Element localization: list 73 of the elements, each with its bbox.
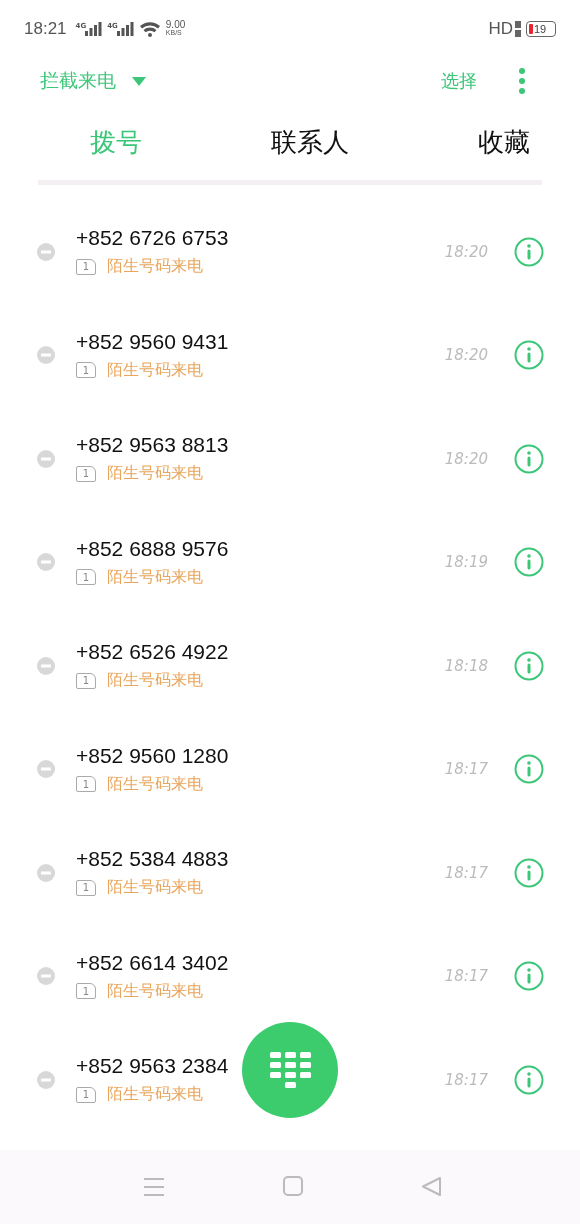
call-label: 陌生号码来电 <box>107 773 203 795</box>
sim-badge: 1 <box>76 983 96 1000</box>
info-button[interactable] <box>514 340 544 371</box>
blocked-icon <box>37 553 55 572</box>
sim-badge: 1 <box>76 258 96 275</box>
phone-number: +852 6614 3402 <box>76 950 229 975</box>
phone-number: +852 9563 8813 <box>76 433 229 458</box>
call-time: 18:18 <box>444 656 488 675</box>
sim-badge: 1 <box>76 569 96 586</box>
sim-badge: 1 <box>76 362 96 379</box>
phone-number: +852 6888 9576 <box>76 536 229 561</box>
filter-dropdown[interactable]: 拦截来电 <box>40 68 146 94</box>
call-label: 陌生号码来电 <box>107 256 203 278</box>
select-button[interactable]: 选择 <box>441 69 477 93</box>
info-button[interactable] <box>514 961 544 992</box>
phone-number: +852 9560 9431 <box>76 329 229 354</box>
blocked-icon <box>37 242 55 261</box>
info-button[interactable] <box>514 443 544 474</box>
more-menu-button[interactable] <box>519 68 525 94</box>
tab[interactable]: 拨号 <box>90 124 142 160</box>
sim-badge: 1 <box>76 465 96 482</box>
phone-number: +852 5384 4883 <box>76 847 229 872</box>
caret-icon <box>132 76 146 86</box>
status-time: 18:21 <box>24 19 67 39</box>
call-label: 陌生号码来电 <box>107 877 203 899</box>
call-label: 陌生号码来电 <box>107 463 203 485</box>
call-time: 18:17 <box>444 863 488 882</box>
phone-number: +852 6726 6753 <box>76 226 229 251</box>
tab[interactable]: 联系人 <box>271 124 349 160</box>
call-time: 18:17 <box>444 1070 488 1089</box>
signal-icon <box>85 22 103 36</box>
info-button[interactable] <box>514 754 544 785</box>
battery-level: 19 <box>534 23 547 35</box>
phone-number: +852 9560 1280 <box>76 743 229 768</box>
call-label: 陌生号码来电 <box>107 670 203 692</box>
back-button[interactable] <box>420 1176 444 1198</box>
phone-number: +852 9563 2384 <box>76 1054 229 1079</box>
dual-sim-icon <box>515 21 521 37</box>
info-button[interactable] <box>514 547 544 578</box>
wifi-icon <box>138 21 161 37</box>
blocked-icon <box>37 346 55 365</box>
blocked-icon <box>37 967 55 986</box>
info-button[interactable] <box>514 650 544 681</box>
menu-button[interactable] <box>142 1176 166 1198</box>
blocked-icon <box>37 760 55 779</box>
call-time: 18:17 <box>444 967 488 986</box>
blocked-icon <box>37 1070 55 1089</box>
hd-label: HD <box>488 19 513 39</box>
sim-badge: 1 <box>76 672 96 689</box>
signal-icon <box>116 22 134 36</box>
call-label: 陌生号码来电 <box>107 359 203 381</box>
dialpad-icon <box>269 1052 311 1088</box>
sim-badge: 1 <box>76 1086 96 1103</box>
call-time: 18:20 <box>444 346 488 365</box>
blocked-icon <box>37 449 55 468</box>
phone-number: +852 6526 4922 <box>76 640 229 665</box>
network-speed: 9.00 <box>165 21 186 29</box>
call-label: 陌生号码来电 <box>107 1084 203 1106</box>
call-time: 18:17 <box>444 760 488 779</box>
sim-badge: 1 <box>76 879 96 896</box>
call-label: 陌生号码来电 <box>107 566 203 588</box>
blocked-icon <box>37 863 55 882</box>
sim-badge: 1 <box>76 776 96 793</box>
info-button[interactable] <box>514 236 544 267</box>
home-button[interactable] <box>281 1176 305 1198</box>
blocked-icon <box>37 656 55 675</box>
info-button[interactable] <box>514 1064 544 1095</box>
call-time: 18:20 <box>444 242 488 261</box>
call-time: 18:20 <box>444 449 488 468</box>
call-label: 陌生号码来电 <box>107 980 203 1002</box>
call-time: 18:19 <box>444 553 488 572</box>
info-button[interactable] <box>514 857 544 888</box>
tab[interactable]: 收藏 <box>478 124 530 160</box>
